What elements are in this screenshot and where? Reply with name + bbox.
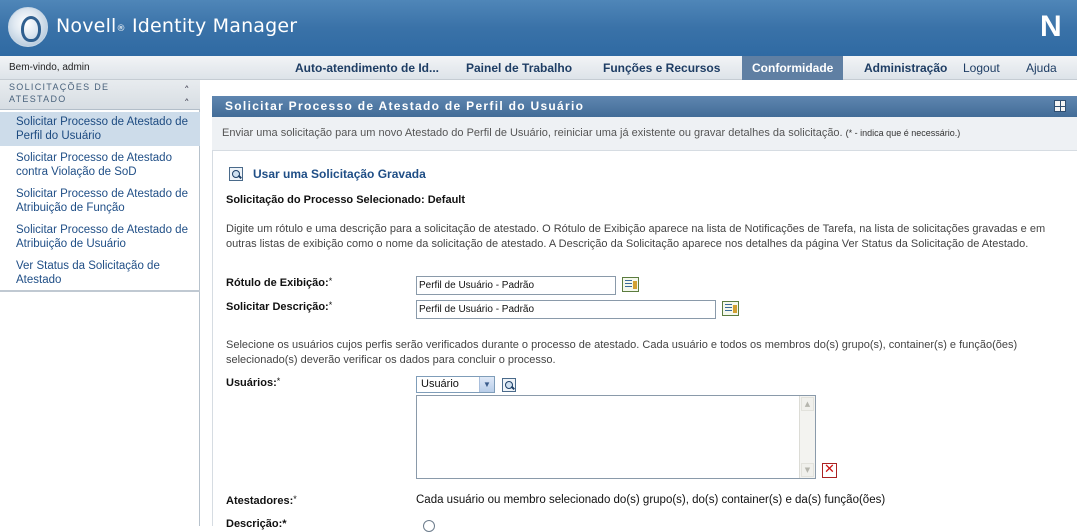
- option-radio[interactable]: [423, 520, 435, 532]
- request-description-text: Solicitar Descrição:: [226, 301, 329, 313]
- attesters-label-text: Atestadores:: [226, 495, 294, 507]
- display-label-input[interactable]: Perfil de Usuário - Padrão: [416, 276, 616, 295]
- sidebar-header: SOLICITAÇÕES DE ATESTADO ˄ ˄: [0, 80, 200, 110]
- users-label: Usuários:*: [226, 376, 280, 389]
- attesters-value: Cada usuário ou membro selecionado do(s)…: [416, 494, 886, 506]
- required-mark: *: [293, 494, 297, 504]
- sidebar-item-view-status[interactable]: Ver Status da Solicitação de Atestado: [0, 259, 200, 287]
- novell-logo-icon: [8, 7, 48, 47]
- intro-text: Digite um rótulo e uma descrição para a …: [226, 223, 1046, 250]
- app-title: Novell® Identity Manager: [56, 15, 297, 37]
- sidebar-item-profile-attestation[interactable]: Solicitar Processo de Atestado de Perfil…: [0, 112, 200, 146]
- top-navigation: Bem-vindo, admin Auto-atendimento de Id.…: [0, 56, 1077, 80]
- localization-icon[interactable]: [722, 301, 739, 316]
- users-label-text: Usuários:: [226, 377, 277, 389]
- description-text: Enviar uma solicitação para um novo Ates…: [222, 127, 843, 139]
- layout-grid-icon[interactable]: [1054, 100, 1066, 112]
- welcome-text: Bem-vindo, admin: [9, 62, 90, 73]
- request-description-label: Solicitar Descrição:*: [226, 300, 332, 313]
- next-field-label: Descrição:*: [226, 518, 287, 530]
- sidebar-heading: SOLICITAÇÕES DE ATESTADO: [9, 82, 110, 104]
- display-label-text: Rótulo de Exibição:: [226, 277, 329, 289]
- brand-name: Novell: [56, 15, 117, 37]
- delete-icon[interactable]: ✕: [822, 463, 837, 478]
- help-link[interactable]: Ajuda: [1026, 56, 1057, 80]
- n-logo-icon: N: [1040, 10, 1062, 43]
- users-list-scrollbar[interactable]: ▲ ▼: [799, 396, 815, 478]
- tab-administration[interactable]: Administração: [864, 56, 947, 80]
- registered-mark: ®: [116, 24, 126, 34]
- scroll-up-icon[interactable]: ▲: [801, 397, 814, 411]
- user-type-select[interactable]: Usuário ▼: [416, 376, 495, 393]
- required-mark: *: [276, 376, 281, 386]
- selected-process-label: Solicitação do Processo Selecionado: Def…: [226, 194, 466, 206]
- users-intro-text: Selecione os usuários cujos perfis serão…: [226, 339, 1018, 366]
- use-saved-request-link[interactable]: Usar uma Solicitação Gravada: [253, 167, 426, 181]
- tab-self-service[interactable]: Auto-atendimento de Id...: [295, 56, 439, 80]
- sidebar-item-role-assignment-attestation[interactable]: Solicitar Processo de Atestado de Atribu…: [0, 187, 200, 215]
- sidebar-item-sod-attestation[interactable]: Solicitar Processo de Atestado contra Vi…: [0, 151, 200, 179]
- logout-link[interactable]: Logout: [963, 56, 1000, 80]
- user-type-value: Usuário: [421, 378, 459, 390]
- sidebar: SOLICITAÇÕES DE ATESTADO ˄ ˄ Solicitar Pr…: [0, 80, 200, 526]
- attesters-label: Atestadores:*: [226, 494, 297, 507]
- header-banner: Novell® Identity Manager N: [0, 0, 1077, 56]
- product-name: Identity Manager: [125, 15, 298, 37]
- sidebar-divider: [0, 290, 200, 292]
- required-mark: *: [328, 276, 333, 286]
- panel-description-bar: Enviar uma solicitação para um novo Ates…: [212, 117, 1077, 151]
- search-icon[interactable]: [502, 378, 516, 392]
- display-label-label: Rótulo de Exibição:*: [226, 276, 332, 289]
- sidebar-item-user-assignment-attestation[interactable]: Solicitar Processo de Atestado de Atribu…: [0, 223, 200, 251]
- users-list[interactable]: ▲ ▼: [416, 395, 816, 479]
- panel-description: Enviar uma solicitação para um novo Ates…: [222, 127, 960, 139]
- collapse-icon[interactable]: ˄ ˄: [184, 84, 190, 110]
- search-icon[interactable]: [229, 167, 243, 181]
- scroll-down-icon[interactable]: ▼: [801, 463, 814, 477]
- tab-work-dashboard[interactable]: Painel de Trabalho: [466, 56, 572, 80]
- chevron-down-icon[interactable]: ▼: [479, 377, 494, 392]
- panel-title-bar: Solicitar Processo de Atestado de Perfil…: [212, 96, 1077, 117]
- tab-roles-resources[interactable]: Funções e Recursos: [603, 56, 720, 80]
- request-description-input[interactable]: Perfil de Usuário - Padrão: [416, 300, 716, 319]
- required-note: (* - indica que é necessário.): [845, 128, 961, 138]
- page-title: Solicitar Processo de Atestado de Perfil…: [225, 99, 585, 113]
- tab-compliance[interactable]: Conformidade: [742, 56, 844, 80]
- localization-icon[interactable]: [622, 277, 639, 292]
- required-mark: *: [328, 300, 333, 310]
